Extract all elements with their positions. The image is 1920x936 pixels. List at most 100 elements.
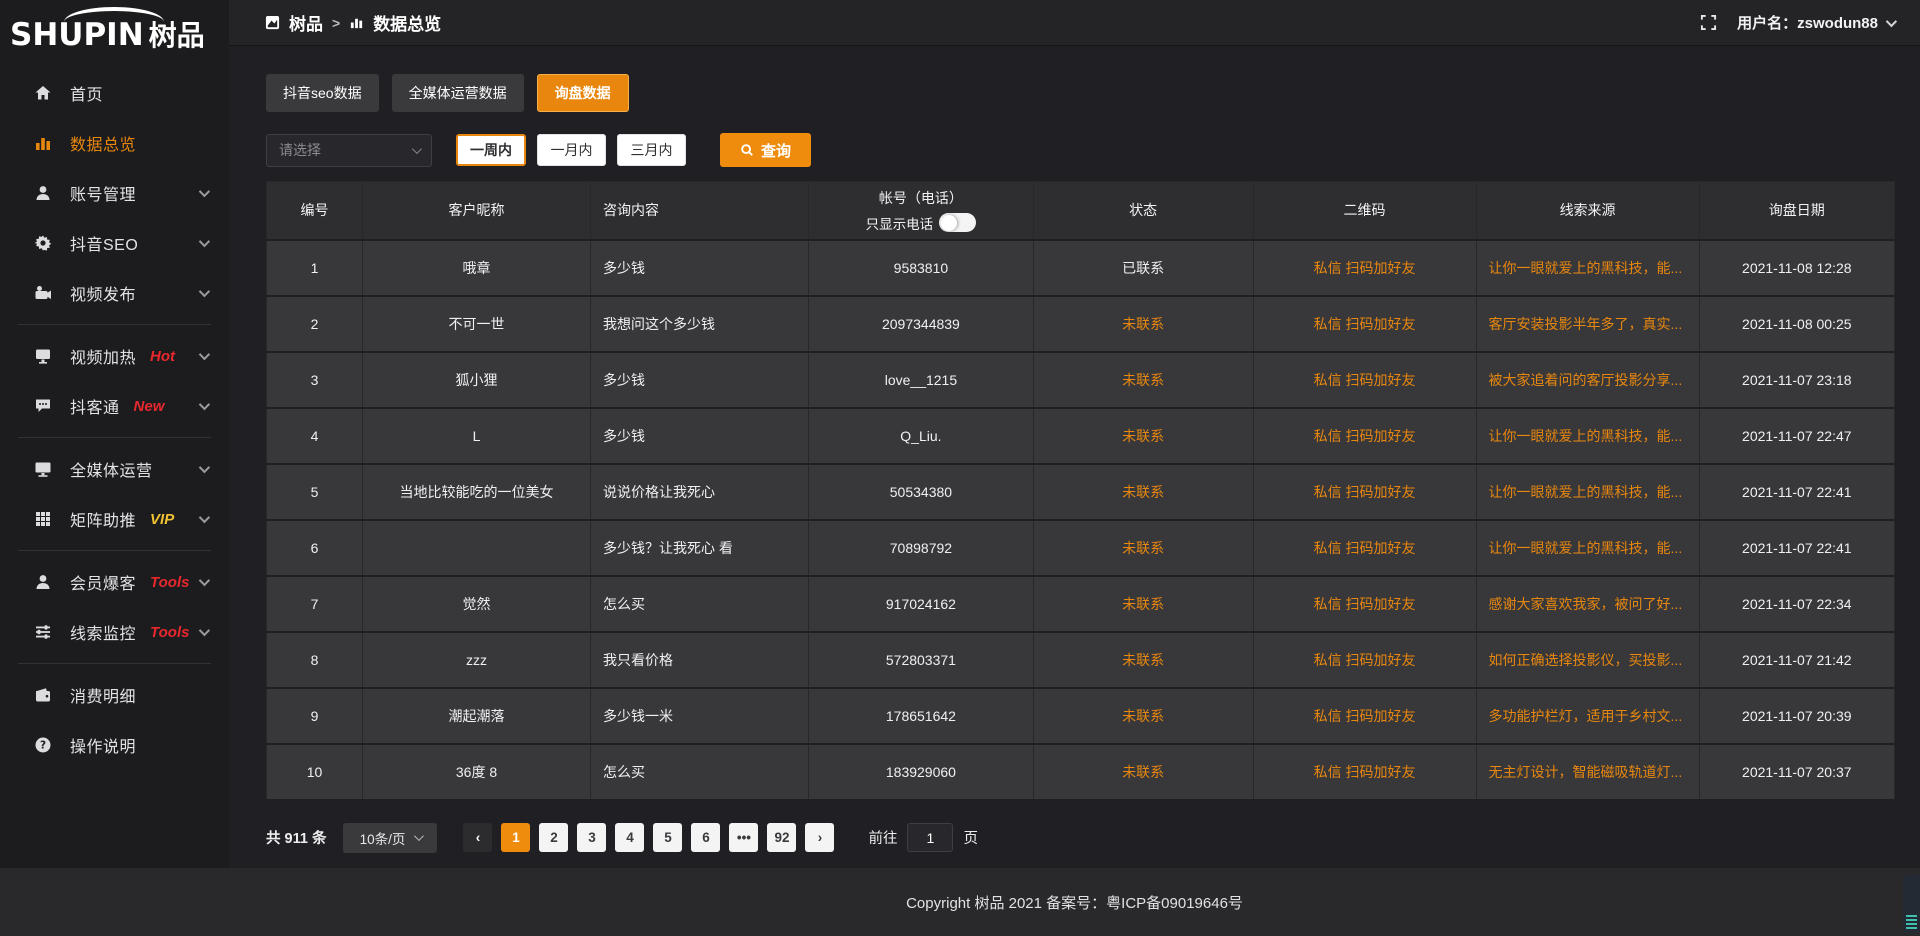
tab-抖音seo数据[interactable]: 抖音seo数据 — [266, 74, 379, 112]
help-icon: ? — [33, 735, 53, 755]
col-header-nickname: 客户昵称 — [363, 182, 591, 240]
source-link[interactable]: 感谢大家喜欢我家，被问了好... — [1477, 594, 1699, 614]
breadcrumb-root[interactable]: 树品 — [289, 10, 323, 35]
source-link[interactable]: 如何正确选择投影仪，买投影... — [1477, 650, 1699, 670]
source-link[interactable]: 无主灯设计，智能磁吸轨道灯... — [1477, 762, 1699, 782]
sidebar-item[interactable]: 视频加热Hot — [0, 331, 229, 381]
private-message-link[interactable]: 私信 — [1314, 484, 1342, 500]
user-area: 用户名：zswodun88 — [1700, 12, 1894, 33]
private-message-link[interactable]: 私信 — [1314, 316, 1342, 332]
private-message-link[interactable]: 私信 — [1314, 764, 1342, 780]
sidebar-item[interactable]: 数据总览 — [0, 118, 229, 168]
next-page-button[interactable]: › — [805, 823, 834, 852]
sidebar-item[interactable]: 账号管理 — [0, 168, 229, 218]
scan-add-friend-link[interactable]: 扫码加好友 — [1345, 316, 1415, 332]
page-button[interactable]: 6 — [691, 823, 720, 852]
filter-select[interactable]: 请选择 — [266, 134, 432, 167]
page-size-select[interactable]: 10条/页 — [343, 823, 437, 853]
page-button[interactable]: 92 — [767, 823, 796, 852]
breadcrumb-separator: > — [332, 15, 340, 31]
scan-add-friend-link[interactable]: 扫码加好友 — [1345, 596, 1415, 612]
sidebar-item[interactable]: 抖音SEO — [0, 218, 229, 268]
private-message-link[interactable]: 私信 — [1314, 260, 1342, 276]
chevron-down-icon — [199, 399, 210, 410]
source-link[interactable]: 让你一眼就爱上的黑科技，能... — [1477, 482, 1699, 502]
chevron-down-icon — [199, 236, 210, 247]
cell-qrcode: 私信 扫码加好友 — [1253, 352, 1476, 408]
prev-page-button[interactable]: ‹ — [463, 823, 492, 852]
cell-source: 被大家追着问的客厅投影分享... — [1476, 352, 1699, 408]
sidebar-item[interactable]: ?操作说明 — [0, 720, 229, 770]
cell-status: 未联系 — [1033, 688, 1253, 744]
query-button[interactable]: 查询 — [720, 133, 811, 167]
sidebar-item[interactable]: 矩阵助推VIP — [0, 494, 229, 544]
cell-status: 未联系 — [1033, 632, 1253, 688]
sidebar-item[interactable]: 会员爆客Tools — [0, 557, 229, 607]
col-header-account: 帐号（电话） 只显示电话 — [809, 182, 1034, 240]
cell-inquiry: 怎么买 — [590, 744, 808, 800]
sidebar-item-badge: Tools — [150, 574, 189, 591]
page-button[interactable]: 2 — [539, 823, 568, 852]
page-button[interactable]: 4 — [615, 823, 644, 852]
sidebar-item[interactable]: 消费明细 — [0, 670, 229, 720]
video-heat-icon — [33, 346, 53, 366]
scan-add-friend-link[interactable]: 扫码加好友 — [1345, 372, 1415, 388]
scan-add-friend-link[interactable]: 扫码加好友 — [1345, 484, 1415, 500]
sidebar-item[interactable]: 全媒体运营 — [0, 444, 229, 494]
cell-status: 未联系 — [1033, 464, 1253, 520]
scan-add-friend-link[interactable]: 扫码加好友 — [1345, 652, 1415, 668]
range-button[interactable]: 三月内 — [617, 134, 686, 166]
private-message-link[interactable]: 私信 — [1314, 708, 1342, 724]
scan-add-friend-link[interactable]: 扫码加好友 — [1345, 540, 1415, 556]
scan-add-friend-link[interactable]: 扫码加好友 — [1345, 764, 1415, 780]
sliders-icon — [33, 622, 53, 642]
page-button[interactable]: 5 — [653, 823, 682, 852]
chevron-down-icon — [1886, 15, 1897, 26]
source-link[interactable]: 让你一眼就爱上的黑科技，能... — [1477, 538, 1699, 558]
table-body: 1哦章多少钱9583810已联系私信 扫码加好友让你一眼就爱上的黑科技，能...… — [267, 240, 1895, 800]
cell-nickname: 狐小狸 — [363, 352, 591, 408]
tab-全媒体运营数据[interactable]: 全媒体运营数据 — [392, 74, 524, 112]
private-message-link[interactable]: 私信 — [1314, 372, 1342, 388]
tab-询盘数据[interactable]: 询盘数据 — [537, 74, 629, 112]
sidebar-item-label: 账号管理 — [70, 181, 136, 205]
cell-account: 2097344839 — [809, 296, 1034, 352]
sidebar-item[interactable]: 线索监控 Tools — [0, 607, 229, 657]
table-row: 8zzz我只看价格572803371未联系私信 扫码加好友如何正确选择投影仪，买… — [267, 632, 1895, 688]
page-button[interactable]: 3 — [577, 823, 606, 852]
goto-page-input[interactable] — [907, 823, 953, 852]
app-logo: SHUPIN树品 — [0, 0, 229, 62]
sidebar-nav: 首页数据总览账号管理抖音SEO视频发布视频加热Hot抖客通New 全媒体运营矩阵助… — [0, 62, 229, 770]
cell-account: 70898792 — [809, 520, 1034, 576]
range-button[interactable]: 一月内 — [537, 134, 606, 166]
table-row: 7觉然怎么买917024162未联系私信 扫码加好友感谢大家喜欢我家，被问了好.… — [267, 576, 1895, 632]
source-link[interactable]: 让你一眼就爱上的黑科技，能... — [1477, 426, 1699, 446]
page-ellipsis-button[interactable]: ••• — [729, 823, 758, 852]
sidebar-item-label: 线索监控 — [70, 620, 136, 644]
breadcrumb: 树品 > 数据总览 — [265, 10, 441, 35]
table-header-row: 编号 客户昵称 咨询内容 帐号（电话） 只显示电话 状态 二维码 线索来源 询盘… — [267, 182, 1895, 240]
sidebar-item-badge: Tools — [150, 624, 189, 641]
fullscreen-icon[interactable] — [1700, 14, 1717, 31]
private-message-link[interactable]: 私信 — [1314, 540, 1342, 556]
private-message-link[interactable]: 私信 — [1314, 652, 1342, 668]
range-button[interactable]: 一周内 — [456, 134, 526, 166]
sidebar-item[interactable]: 视频发布 — [0, 268, 229, 318]
scan-add-friend-link[interactable]: 扫码加好友 — [1345, 708, 1415, 724]
scan-add-friend-link[interactable]: 扫码加好友 — [1345, 260, 1415, 276]
sidebar-item[interactable]: 首页 — [0, 68, 229, 118]
phone-only-toggle[interactable] — [939, 213, 976, 232]
scan-add-friend-link[interactable]: 扫码加好友 — [1345, 428, 1415, 444]
source-link[interactable]: 被大家追着问的客厅投影分享... — [1477, 370, 1699, 390]
col-header-status: 状态 — [1033, 182, 1253, 240]
username-menu[interactable]: 用户名：zswodun88 — [1737, 12, 1894, 33]
sidebar-item[interactable]: 抖客通New — [0, 381, 229, 431]
cell-status: 未联系 — [1033, 408, 1253, 464]
source-link[interactable]: 客厅安装投影半年多了，真实... — [1477, 314, 1699, 334]
source-link[interactable]: 让你一眼就爱上的黑科技，能... — [1477, 258, 1699, 278]
private-message-link[interactable]: 私信 — [1314, 428, 1342, 444]
page-button[interactable]: 1 — [501, 823, 530, 852]
chevron-down-icon — [199, 625, 210, 636]
source-link[interactable]: 多功能护栏灯，适用于乡村文... — [1477, 706, 1699, 726]
private-message-link[interactable]: 私信 — [1314, 596, 1342, 612]
